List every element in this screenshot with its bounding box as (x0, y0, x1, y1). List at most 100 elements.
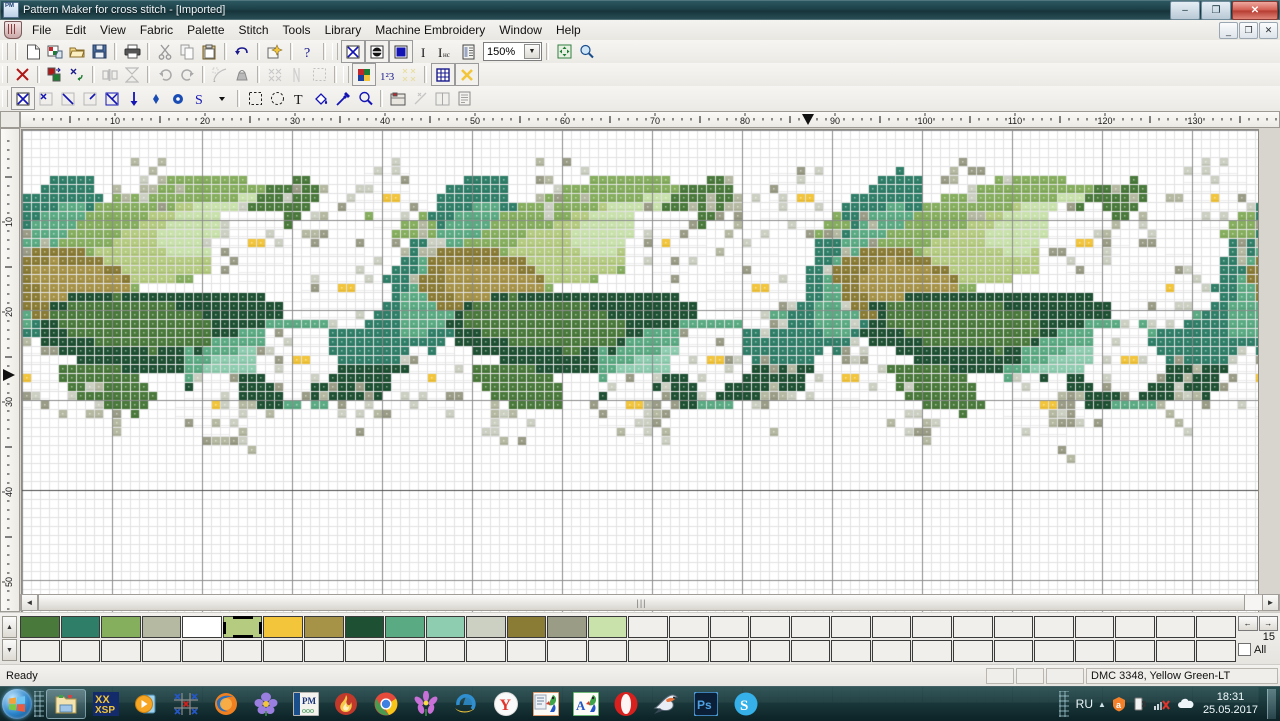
menu-item-fabric[interactable]: Fabric (133, 21, 180, 39)
file-explorer-icon[interactable] (46, 689, 86, 719)
palette-swatch[interactable] (547, 616, 587, 638)
cut-icon[interactable] (154, 41, 176, 62)
lasso-select-icon[interactable] (266, 88, 288, 109)
toolbar-grip[interactable] (2, 66, 8, 83)
palette-swatch[interactable] (20, 640, 60, 662)
yandex-icon[interactable]: Y (486, 689, 526, 719)
fill-bucket-icon[interactable] (310, 88, 332, 109)
palette-swatch[interactable] (344, 640, 385, 662)
scroll-thumb[interactable]: ||| (38, 594, 1245, 611)
palette-swatch[interactable] (466, 616, 506, 638)
zoom-level-combo[interactable]: 150% ▼ (483, 42, 542, 61)
clear-stitches-icon[interactable] (264, 64, 286, 85)
lily-flower-icon[interactable] (406, 689, 446, 719)
french-knot-icon[interactable] (167, 88, 189, 109)
palette-swatch[interactable] (993, 616, 1034, 638)
palette-swatch[interactable] (587, 616, 628, 638)
special-stitch-icon[interactable]: S (189, 88, 211, 109)
notes-icon[interactable] (453, 88, 475, 109)
palette-swatch[interactable] (750, 640, 790, 662)
menu-item-palette[interactable]: Palette (180, 21, 231, 39)
menu-item-tools[interactable]: Tools (276, 21, 318, 39)
palette-swatch[interactable] (1034, 640, 1074, 662)
parrot-viewer-icon[interactable]: A (566, 689, 606, 719)
flame-browser-icon[interactable] (326, 689, 366, 719)
restore-button[interactable]: ❐ (1201, 1, 1231, 20)
palette-swatch[interactable] (60, 640, 101, 662)
palette-swatch[interactable] (303, 640, 344, 662)
palette-swatch[interactable] (101, 616, 141, 638)
cross-stitch-icon[interactable] (166, 689, 206, 719)
palette-swatch[interactable] (425, 640, 466, 662)
text-info-icon[interactable]: I (413, 41, 435, 62)
palette-swatch[interactable] (506, 640, 547, 662)
palette-swatch[interactable] (993, 640, 1034, 662)
palette-swatch[interactable] (263, 616, 303, 638)
toolbar-grip[interactable] (2, 90, 8, 107)
fill-pattern-icon[interactable] (231, 64, 253, 85)
tray-overflow-arrow-icon[interactable]: ▲ (1098, 700, 1106, 709)
palette-swatch[interactable] (709, 616, 750, 638)
palette-prev-page[interactable]: ← (1238, 616, 1258, 631)
split-view-icon[interactable] (431, 88, 453, 109)
list-view-icon[interactable] (457, 41, 479, 62)
palette-swatch[interactable] (506, 616, 547, 638)
palette-swatch[interactable] (20, 616, 60, 638)
palette-swatch[interactable] (222, 616, 263, 638)
flip-horizontal-icon[interactable] (99, 64, 121, 85)
palette-swatch[interactable] (1115, 640, 1155, 662)
save-icon[interactable] (88, 41, 110, 62)
photoshop-icon[interactable]: Ps (686, 689, 726, 719)
fit-to-window-icon[interactable] (553, 41, 575, 62)
checkbox-box[interactable] (1238, 643, 1251, 656)
menu-item-window[interactable]: Window (492, 21, 549, 39)
zoom-select-icon[interactable] (575, 41, 597, 62)
palette-swatch[interactable] (182, 616, 222, 638)
view-symbols-icon[interactable] (365, 40, 389, 63)
palette-swatch[interactable] (1115, 616, 1155, 638)
parrot-editor-icon[interactable] (526, 689, 566, 719)
library-icon[interactable] (387, 88, 409, 109)
network-disconnected-icon[interactable] (1153, 696, 1171, 712)
scroll-track[interactable] (1245, 595, 1262, 610)
palette-next-page[interactable]: → (1258, 616, 1278, 631)
palette-swatch[interactable] (628, 640, 668, 662)
palette-swatch[interactable] (1155, 640, 1196, 662)
toolbar-grip[interactable] (343, 66, 349, 83)
three-quarter-stitch-icon[interactable] (101, 88, 123, 109)
avast-icon[interactable]: a (1111, 696, 1127, 712)
scroll-right-arrow[interactable]: ► (1262, 594, 1279, 611)
cloud-icon[interactable] (1176, 697, 1194, 711)
sparkle-icon[interactable] (398, 64, 420, 85)
view-stitches-icon[interactable] (341, 40, 365, 63)
palette-swatch[interactable] (790, 640, 831, 662)
eyedropper-icon[interactable] (332, 88, 354, 109)
print-icon[interactable] (121, 41, 143, 62)
mdi-close-button[interactable]: ✕ (1259, 22, 1278, 39)
cross-toggle-icon[interactable] (455, 63, 479, 86)
skype-icon[interactable]: S (726, 689, 766, 719)
palette-swatch[interactable] (669, 640, 709, 662)
palette-swatch[interactable] (303, 616, 344, 638)
chevron-down-icon[interactable]: ▼ (524, 44, 540, 59)
palette-scroll-down[interactable]: ▼ (2, 639, 17, 661)
power-plug-icon[interactable] (1132, 696, 1148, 712)
palette-swatch[interactable] (1155, 616, 1196, 638)
half-stitch-icon[interactable] (286, 64, 308, 85)
palette-swatch[interactable] (1034, 616, 1074, 638)
media-player-icon[interactable] (126, 689, 166, 719)
palette-swatch[interactable] (425, 616, 466, 638)
text-tool-icon[interactable]: T (288, 88, 310, 109)
palette-colors-icon[interactable] (352, 63, 376, 86)
knot-tool-icon[interactable] (409, 88, 431, 109)
menu-item-file[interactable]: File (25, 21, 58, 39)
palette-swatch[interactable] (60, 616, 101, 638)
straight-stitch-icon[interactable] (123, 88, 145, 109)
delete-stitch-icon[interactable] (11, 64, 33, 85)
zoom-tool-icon[interactable] (354, 88, 376, 109)
menu-item-library[interactable]: Library (318, 21, 369, 39)
import-image-icon[interactable] (44, 41, 66, 62)
bead-icon[interactable] (145, 88, 167, 109)
flip-vertical-icon[interactable] (121, 64, 143, 85)
scroll-left-arrow[interactable]: ◄ (21, 594, 38, 611)
